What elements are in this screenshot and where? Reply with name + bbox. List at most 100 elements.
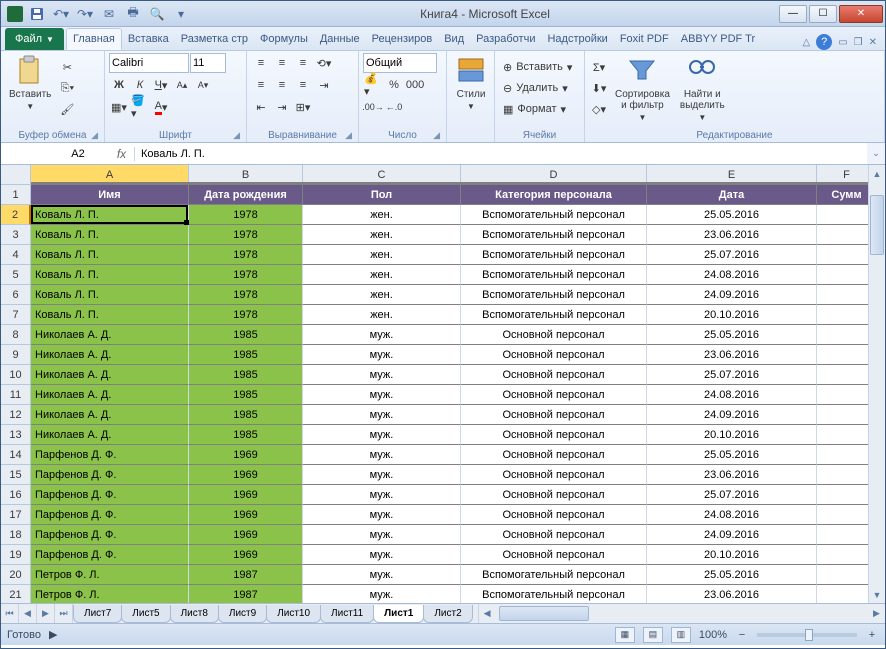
cell[interactable]: 1978: [189, 285, 303, 305]
qat-undo-icon[interactable]: ↶▾: [51, 4, 71, 24]
col-header-E[interactable]: E: [647, 165, 817, 185]
cell[interactable]: 20.10.2016: [647, 545, 817, 565]
tab-разметка стр[interactable]: Разметка стр: [175, 28, 254, 50]
cell[interactable]: 1985: [189, 385, 303, 405]
row-header-2[interactable]: 2: [1, 205, 31, 225]
maximize-button[interactable]: ☐: [809, 5, 837, 23]
wrap-text-icon[interactable]: ⇥: [314, 75, 334, 95]
orientation-icon[interactable]: ⟲▾: [314, 53, 334, 73]
scroll-thumb[interactable]: [870, 195, 884, 255]
row-header-12[interactable]: 12: [1, 405, 31, 425]
cell[interactable]: Николаев А. Д.: [31, 365, 189, 385]
cell[interactable]: Основной персонал: [461, 425, 647, 445]
tab-вставка[interactable]: Вставка: [122, 28, 175, 50]
sheet-tab-Лист5[interactable]: Лист5: [121, 605, 170, 623]
cell[interactable]: 1985: [189, 425, 303, 445]
cell[interactable]: Основной персонал: [461, 505, 647, 525]
cell[interactable]: 1969: [189, 545, 303, 565]
clipboard-launcher-icon[interactable]: ◢: [91, 130, 98, 141]
cell[interactable]: 1978: [189, 305, 303, 325]
cell[interactable]: Коваль Л. П.: [31, 225, 189, 245]
tab-вид[interactable]: Вид: [438, 28, 470, 50]
cell[interactable]: 25.07.2016: [647, 365, 817, 385]
cell[interactable]: 24.08.2016: [647, 505, 817, 525]
cell[interactable]: 24.08.2016: [647, 265, 817, 285]
cell[interactable]: Основной персонал: [461, 325, 647, 345]
currency-icon[interactable]: 💰▾: [363, 75, 383, 95]
fx-icon[interactable]: fx: [109, 147, 135, 161]
row-header-7[interactable]: 7: [1, 305, 31, 325]
cell[interactable]: жен.: [303, 285, 461, 305]
header-cell[interactable]: Категория персонала: [461, 185, 647, 205]
col-header-A[interactable]: A: [31, 165, 189, 185]
italic-button[interactable]: К: [130, 75, 150, 95]
cell[interactable]: Парфенов Д. Ф.: [31, 505, 189, 525]
cell[interactable]: 25.05.2016: [647, 445, 817, 465]
cell[interactable]: Основной персонал: [461, 345, 647, 365]
cell[interactable]: жен.: [303, 245, 461, 265]
percent-icon[interactable]: %: [384, 75, 404, 95]
qat-customize-icon[interactable]: ▾: [171, 4, 191, 24]
increase-indent-icon[interactable]: ⇥: [272, 97, 292, 117]
cell[interactable]: 1969: [189, 465, 303, 485]
minimize-button[interactable]: —: [779, 5, 807, 23]
sheet-last-icon[interactable]: ⏭: [55, 604, 73, 623]
cell[interactable]: Основной персонал: [461, 385, 647, 405]
cell[interactable]: Вспомогательный персонал: [461, 265, 647, 285]
row-header-10[interactable]: 10: [1, 365, 31, 385]
cell[interactable]: Петров Ф. Л.: [31, 565, 189, 585]
header-cell[interactable]: Дата рождения: [189, 185, 303, 205]
sheet-tab-Лист2[interactable]: Лист2: [423, 605, 472, 623]
fill-icon[interactable]: ⬇▾: [589, 78, 609, 98]
tab-формулы[interactable]: Формулы: [254, 28, 314, 50]
cell[interactable]: Вспомогательный персонал: [461, 205, 647, 225]
cell[interactable]: Коваль Л. П.: [31, 205, 189, 225]
hscroll-thumb[interactable]: [499, 606, 589, 621]
cell[interactable]: муж.: [303, 385, 461, 405]
cell[interactable]: 23.06.2016: [647, 465, 817, 485]
autosum-icon[interactable]: Σ▾: [589, 57, 609, 77]
row-header-8[interactable]: 8: [1, 325, 31, 345]
cell[interactable]: 1969: [189, 445, 303, 465]
copy-icon[interactable]: ⎘▾: [57, 78, 77, 98]
tab-abbyy pdf tr[interactable]: ABBYY PDF Tr: [675, 28, 761, 50]
format-painter-icon[interactable]: 🖌: [57, 99, 77, 119]
tab-главная[interactable]: Главная: [66, 28, 122, 50]
cell[interactable]: жен.: [303, 205, 461, 225]
col-header-C[interactable]: C: [303, 165, 461, 185]
cell[interactable]: Основной персонал: [461, 465, 647, 485]
zoom-slider[interactable]: [757, 633, 857, 637]
qat-mail-icon[interactable]: ✉: [99, 4, 119, 24]
cell[interactable]: 1978: [189, 245, 303, 265]
decrease-indent-icon[interactable]: ⇤: [251, 97, 271, 117]
cell[interactable]: муж.: [303, 465, 461, 485]
cell[interactable]: Вспомогательный персонал: [461, 585, 647, 603]
cell[interactable]: 20.10.2016: [647, 425, 817, 445]
cell[interactable]: Основной персонал: [461, 485, 647, 505]
row-header-14[interactable]: 14: [1, 445, 31, 465]
cell[interactable]: муж.: [303, 405, 461, 425]
view-pagebreak-icon[interactable]: ▥: [671, 627, 691, 643]
cell[interactable]: 1978: [189, 265, 303, 285]
header-cell[interactable]: Дата: [647, 185, 817, 205]
view-normal-icon[interactable]: ▦: [615, 627, 635, 643]
cell[interactable]: Коваль Л. П.: [31, 305, 189, 325]
tab-рецензиров[interactable]: Рецензиров: [366, 28, 439, 50]
underline-button[interactable]: Ч▾: [151, 75, 171, 95]
cell[interactable]: 1985: [189, 345, 303, 365]
sheet-tab-Лист9[interactable]: Лист9: [218, 605, 267, 623]
sheet-tab-Лист11[interactable]: Лист11: [320, 605, 374, 623]
vertical-scrollbar[interactable]: ▲ ▼: [868, 165, 885, 603]
minimize-ribbon-icon[interactable]: △: [802, 37, 810, 48]
cell[interactable]: Парфенов Д. Ф.: [31, 525, 189, 545]
cell[interactable]: Коваль Л. П.: [31, 265, 189, 285]
cell[interactable]: Николаев А. Д.: [31, 385, 189, 405]
align-bottom-icon[interactable]: ≡: [293, 53, 313, 73]
decrease-decimal-icon[interactable]: ←.0: [384, 97, 404, 117]
cell[interactable]: 1985: [189, 405, 303, 425]
row-header-9[interactable]: 9: [1, 345, 31, 365]
align-right-icon[interactable]: ≡: [293, 75, 313, 95]
cell[interactable]: муж.: [303, 545, 461, 565]
row-header-5[interactable]: 5: [1, 265, 31, 285]
header-cell[interactable]: Пол: [303, 185, 461, 205]
